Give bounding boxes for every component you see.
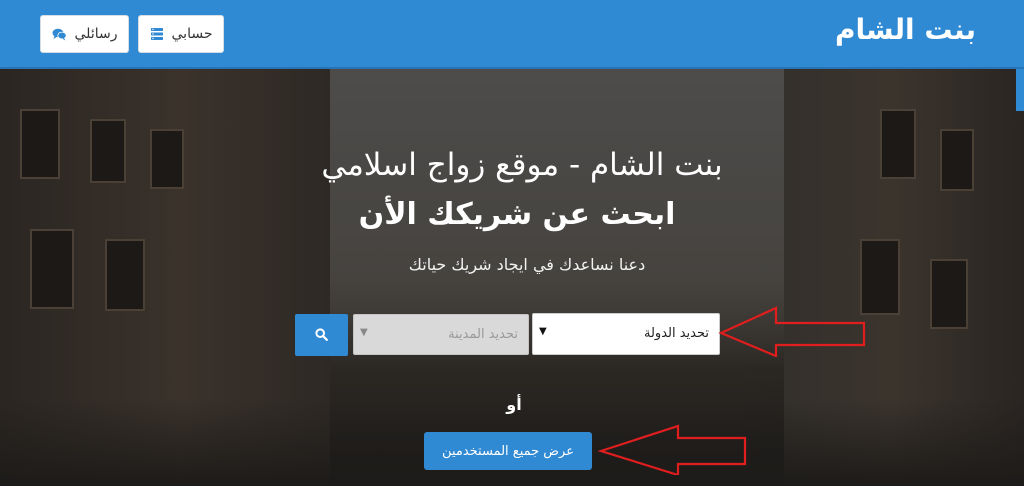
server-list-icon xyxy=(150,27,164,41)
search-button[interactable] xyxy=(295,314,348,356)
messages-button[interactable]: رسائلي xyxy=(40,15,129,53)
top-navbar: بنت الشام حسابي رسائلي xyxy=(0,0,1024,69)
country-select[interactable]: تحديد الدولة ▼ xyxy=(532,313,720,355)
city-select-value: تحديد المدينة xyxy=(448,327,518,342)
messages-label: رسائلي xyxy=(74,26,118,42)
account-button[interactable]: حسابي xyxy=(138,15,224,53)
country-select-value: تحديد الدولة xyxy=(643,326,709,341)
arrow-to-all-users-button xyxy=(598,424,747,475)
caret-down-icon: ▼ xyxy=(539,326,547,337)
account-label: حسابي xyxy=(171,26,213,42)
hero-title: بنت الشام - موقع زواج اسلامي xyxy=(321,147,723,183)
caret-down-icon: ▼ xyxy=(360,327,368,338)
arrow-to-country-select xyxy=(718,306,866,357)
background-window xyxy=(860,239,900,315)
or-separator: أو xyxy=(506,395,522,414)
hero-subtitle: دعنا نساعدك في ايجاد شريك حياتك xyxy=(408,255,646,274)
hero-section: بنت الشام - موقع زواج اسلامي ابحث عن شري… xyxy=(0,69,1024,486)
search-icon xyxy=(315,326,328,345)
hero-headline: ابحث عن شريكك الأن xyxy=(358,197,676,232)
background-window xyxy=(105,239,145,311)
site-brand[interactable]: بنت الشام xyxy=(835,13,976,46)
city-select[interactable]: تحديد المدينة ▼ xyxy=(353,314,529,355)
show-all-users-button[interactable]: عرض جميع المستخدمين xyxy=(424,432,592,470)
scrollbar-accent xyxy=(1016,69,1024,111)
chat-bubbles-icon xyxy=(52,28,67,41)
